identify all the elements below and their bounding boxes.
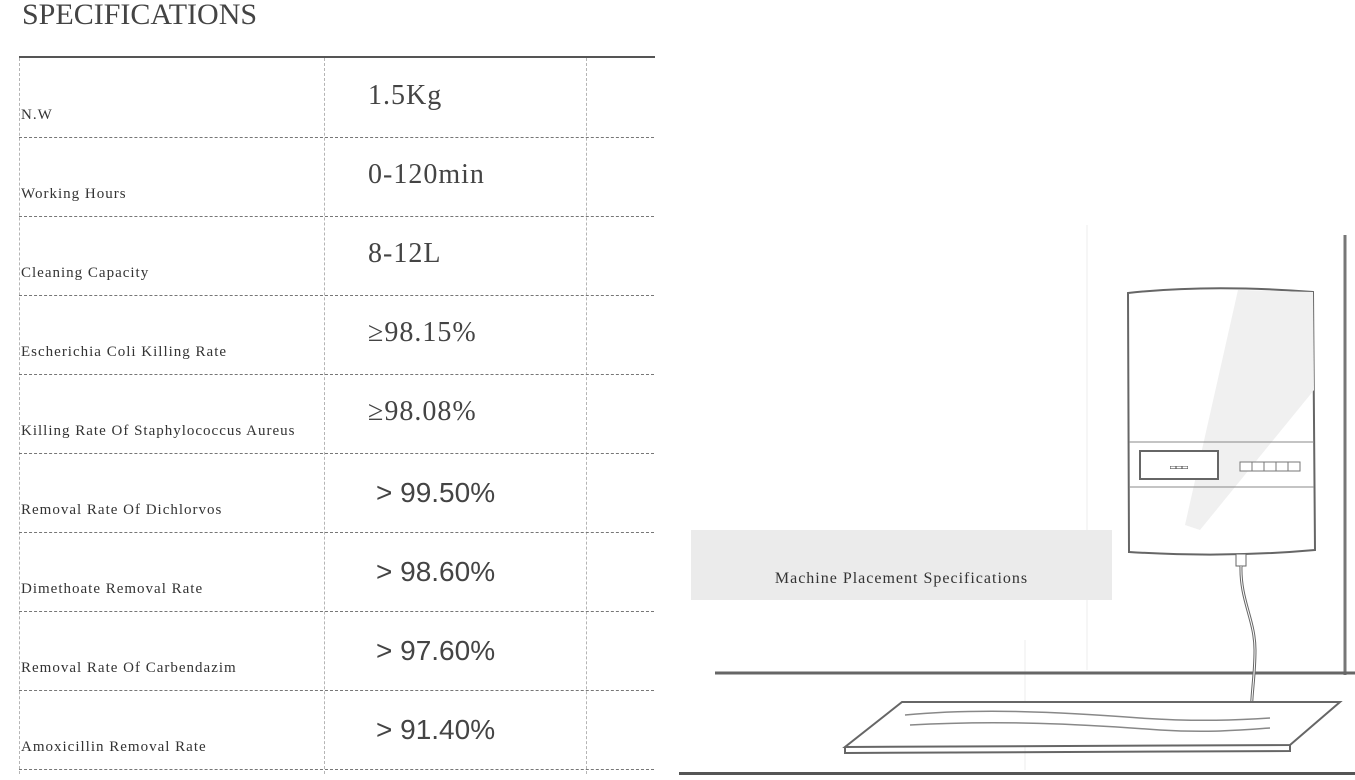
svg-text:▭▭▭: ▭▭▭	[1170, 462, 1188, 473]
table-row: Working Hours 0-120min	[19, 137, 654, 217]
bottom-rule	[679, 772, 1355, 775]
spec-value: > 91.40%	[376, 714, 496, 745]
page-title: SPECIFICATIONS	[22, 0, 258, 31]
spec-label: Removal Rate Of Dichlorvos	[21, 502, 223, 518]
spec-value: > 98.60%	[376, 556, 496, 587]
spec-label: Amoxicillin Removal Rate	[21, 739, 207, 755]
spec-label: Working Hours	[21, 186, 127, 202]
table-row: Cleaning Capacity 8-12L	[19, 216, 654, 296]
spec-value: ≥98.15%	[368, 317, 477, 348]
table-row: Escherichia Coli Killing Rate ≥98.15%	[19, 295, 654, 375]
spec-label: Dimethoate Removal Rate	[21, 581, 204, 597]
spec-value: > 99.50%	[376, 477, 496, 508]
machine-illustration: ▭▭▭	[715, 225, 1355, 770]
spec-label: Cleaning Capacity	[21, 265, 150, 281]
spec-value: 0-120min	[368, 159, 485, 190]
spec-label: Removal Rate Of Carbendazim	[21, 660, 237, 676]
table-row: N.W 1.5Kg	[19, 58, 654, 138]
table-row: Removal Rate Of Dichlorvos > 99.50%	[19, 453, 654, 533]
spec-value: 8-12L	[368, 238, 442, 269]
table-row: Dimethoate Removal Rate > 98.60%	[19, 532, 654, 612]
spec-label: N.W	[21, 107, 53, 123]
spec-label: Killing Rate Of Staphylococcus Aureus	[21, 423, 296, 439]
spec-value: 1.5Kg	[368, 80, 443, 111]
spec-value: > 97.60%	[376, 635, 496, 666]
table-row: Removal Rate Of Carbendazim > 97.60%	[19, 611, 654, 691]
table-row: Killing Rate Of Staphylococcus Aureus ≥9…	[19, 374, 654, 454]
spec-value: ≥98.08%	[368, 396, 477, 427]
spec-label: Escherichia Coli Killing Rate	[21, 344, 228, 360]
machine-placement-caption: Machine Placement Specifications	[774, 570, 1029, 587]
caption-box: Machine Placement Specifications	[691, 530, 1112, 600]
table-row: Amoxicillin Removal Rate > 91.40%	[19, 690, 654, 770]
